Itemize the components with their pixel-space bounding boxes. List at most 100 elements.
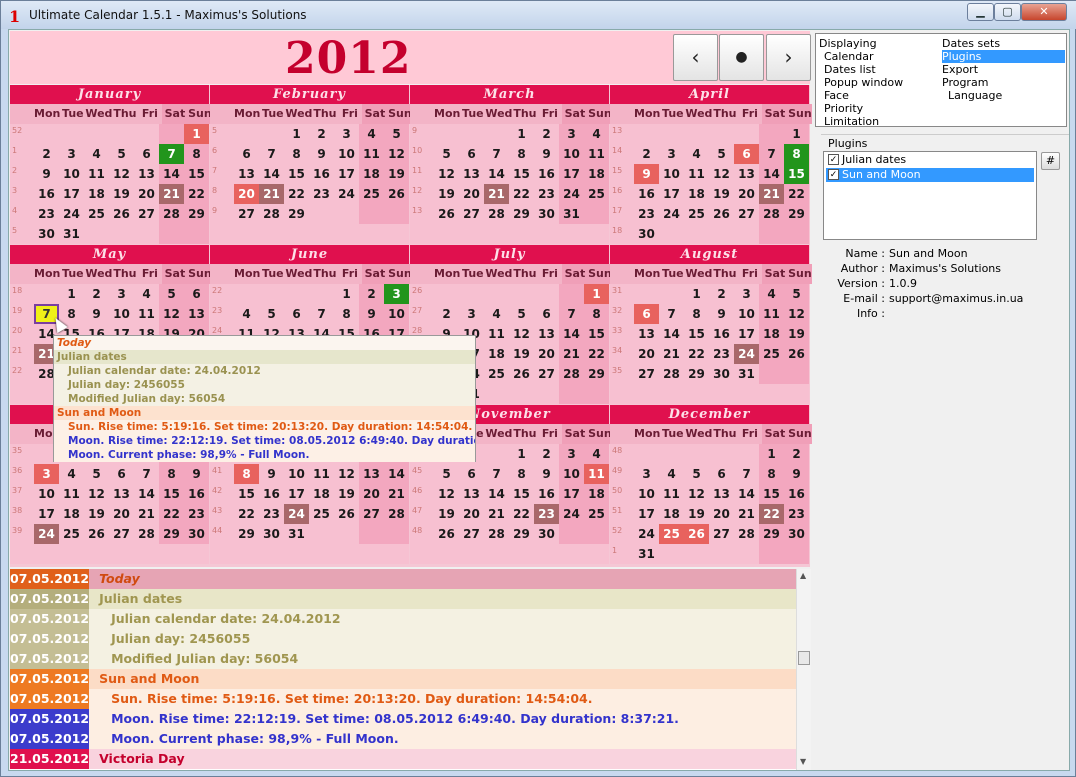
day-cell[interactable]: 21 xyxy=(559,344,584,364)
list-item[interactable]: 07.05.2012 Julian day: 2456055 xyxy=(10,629,796,649)
day-cell[interactable]: 20 xyxy=(534,344,559,364)
day-cell[interactable]: 31 xyxy=(59,224,84,244)
list-item[interactable]: 07.05.2012 Today xyxy=(10,569,796,589)
day-cell[interactable]: 9 xyxy=(634,164,659,184)
day-cell[interactable]: 27 xyxy=(109,524,134,544)
day-cell[interactable]: 6 xyxy=(459,144,484,164)
day-cell[interactable]: 13 xyxy=(459,484,484,504)
day-cell[interactable]: 18 xyxy=(684,184,709,204)
day-cell[interactable]: 1 xyxy=(584,284,609,304)
day-cell[interactable]: 14 xyxy=(659,324,684,344)
day-cell[interactable]: 5 xyxy=(684,464,709,484)
day-cell[interactable]: 19 xyxy=(84,504,109,524)
day-cell[interactable]: 29 xyxy=(159,524,184,544)
list-item[interactable]: 07.05.2012 Julian dates xyxy=(10,589,796,609)
day-cell[interactable]: 12 xyxy=(434,484,459,504)
list-item[interactable]: 07.05.2012 Moon. Current phase: 98,9% - F… xyxy=(10,729,796,749)
day-cell[interactable]: 12 xyxy=(84,484,109,504)
day-cell[interactable]: 8 xyxy=(509,464,534,484)
day-cell[interactable]: 18 xyxy=(84,184,109,204)
day-cell[interactable]: 9 xyxy=(259,464,284,484)
day-cell[interactable]: 5 xyxy=(259,304,284,324)
day-cell[interactable]: 30 xyxy=(184,524,209,544)
day-cell[interactable]: 10 xyxy=(559,464,584,484)
day-cell[interactable]: 12 xyxy=(384,144,409,164)
day-cell[interactable]: 25 xyxy=(484,364,509,384)
day-cell[interactable]: 29 xyxy=(509,524,534,544)
day-cell[interactable]: 4 xyxy=(84,144,109,164)
day-cell[interactable]: 20 xyxy=(734,184,759,204)
day-cell[interactable]: 12 xyxy=(709,164,734,184)
day-cell[interactable]: 8 xyxy=(784,144,809,164)
day-cell[interactable]: 25 xyxy=(659,524,684,544)
day-cell[interactable]: 5 xyxy=(434,144,459,164)
day-cell[interactable]: 7 xyxy=(159,144,184,164)
day-cell[interactable]: 19 xyxy=(109,184,134,204)
day-cell[interactable]: 30 xyxy=(534,524,559,544)
day-cell[interactable]: 3 xyxy=(659,144,684,164)
day-cell[interactable]: 10 xyxy=(559,144,584,164)
day-cell[interactable]: 30 xyxy=(784,524,809,544)
day-cell[interactable]: 6 xyxy=(234,144,259,164)
day-cell[interactable]: 6 xyxy=(109,464,134,484)
day-cell[interactable]: 6 xyxy=(184,284,209,304)
day-cell[interactable]: 18 xyxy=(359,164,384,184)
day-cell[interactable]: 6 xyxy=(709,464,734,484)
menu-item-dates-list[interactable]: Dates list xyxy=(824,63,876,76)
day-cell[interactable]: 18 xyxy=(484,344,509,364)
day-cell[interactable]: 23 xyxy=(534,504,559,524)
day-cell[interactable]: 5 xyxy=(84,464,109,484)
day-cell[interactable]: 23 xyxy=(709,344,734,364)
day-cell[interactable]: 17 xyxy=(559,164,584,184)
plugin-checkbox[interactable]: ✓ xyxy=(828,154,839,165)
day-cell[interactable]: 25 xyxy=(359,184,384,204)
day-cell[interactable]: 2 xyxy=(34,144,59,164)
day-cell[interactable]: 3 xyxy=(384,284,409,304)
day-cell[interactable]: 8 xyxy=(184,144,209,164)
day-cell[interactable]: 11 xyxy=(359,144,384,164)
day-cell[interactable]: 5 xyxy=(384,124,409,144)
day-cell[interactable]: 15 xyxy=(284,164,309,184)
day-cell[interactable]: 14 xyxy=(159,164,184,184)
menu-item-language[interactable]: Language xyxy=(948,89,1002,102)
day-cell[interactable]: 28 xyxy=(759,204,784,224)
day-cell[interactable]: 18 xyxy=(59,504,84,524)
day-cell[interactable]: 26 xyxy=(384,184,409,204)
day-cell[interactable]: 21 xyxy=(484,504,509,524)
day-cell[interactable]: 23 xyxy=(634,204,659,224)
day-cell[interactable]: 17 xyxy=(634,504,659,524)
day-cell[interactable]: 11 xyxy=(484,324,509,344)
day-cell[interactable]: 23 xyxy=(259,504,284,524)
day-cell[interactable]: 24 xyxy=(734,344,759,364)
day-cell[interactable]: 11 xyxy=(759,304,784,324)
day-cell[interactable]: 9 xyxy=(184,464,209,484)
day-cell[interactable]: 22 xyxy=(509,184,534,204)
day-cell[interactable]: 2 xyxy=(634,144,659,164)
day-cell[interactable]: 5 xyxy=(109,144,134,164)
day-cell[interactable]: 4 xyxy=(759,284,784,304)
day-cell[interactable]: 19 xyxy=(384,164,409,184)
day-cell[interactable]: 5 xyxy=(159,284,184,304)
day-cell[interactable]: 14 xyxy=(484,164,509,184)
day-cell[interactable]: 7 xyxy=(484,464,509,484)
day-cell[interactable]: 6 xyxy=(734,144,759,164)
day-cell[interactable]: 7 xyxy=(134,464,159,484)
day-cell[interactable]: 28 xyxy=(484,204,509,224)
menu-item-program[interactable]: Program xyxy=(942,76,988,89)
day-cell[interactable]: 15 xyxy=(234,484,259,504)
day-cell[interactable]: 8 xyxy=(759,464,784,484)
day-cell[interactable]: 15 xyxy=(784,164,809,184)
day-cell[interactable]: 25 xyxy=(309,504,334,524)
day-cell[interactable]: 4 xyxy=(659,464,684,484)
day-cell[interactable]: 26 xyxy=(784,344,809,364)
day-cell[interactable]: 19 xyxy=(684,504,709,524)
day-cell[interactable]: 4 xyxy=(59,464,84,484)
day-cell[interactable]: 9 xyxy=(534,464,559,484)
day-cell[interactable]: 19 xyxy=(334,484,359,504)
day-cell[interactable]: 13 xyxy=(459,164,484,184)
day-cell[interactable]: 2 xyxy=(534,124,559,144)
day-cell[interactable]: 22 xyxy=(509,504,534,524)
day-cell[interactable]: 9 xyxy=(359,304,384,324)
day-cell[interactable]: 30 xyxy=(709,364,734,384)
day-cell[interactable]: 20 xyxy=(109,504,134,524)
